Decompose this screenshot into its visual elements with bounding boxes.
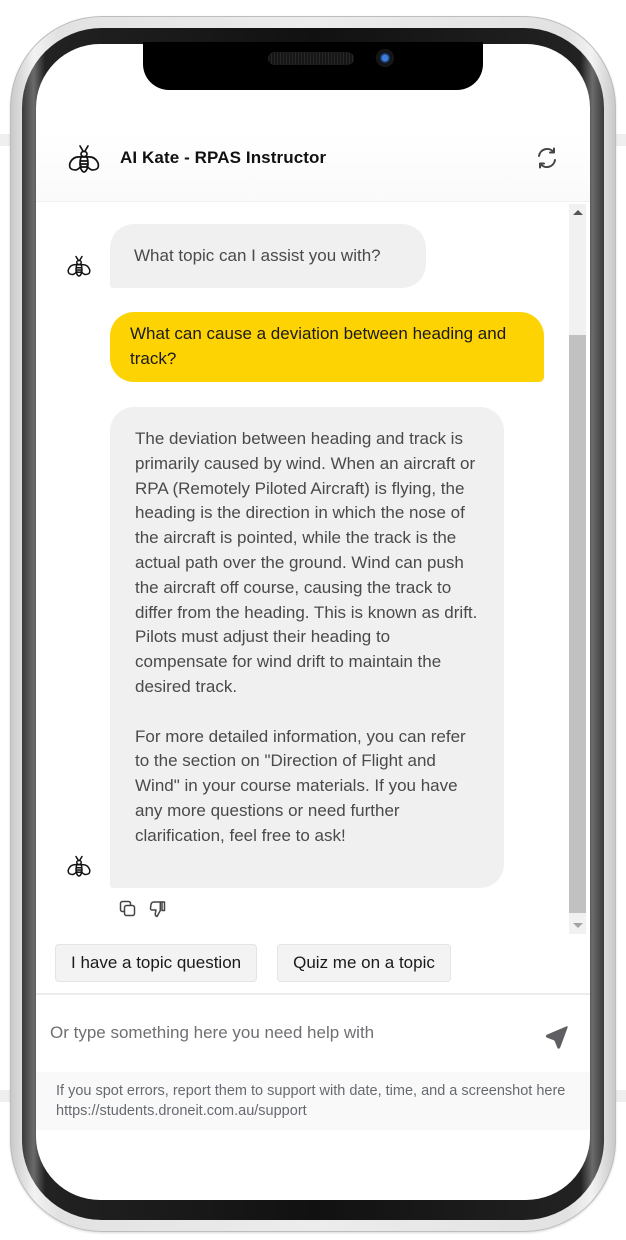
speaker-grille	[268, 52, 354, 65]
chat-history: What topic can I assist you with? What c…	[36, 204, 590, 934]
message-input[interactable]	[50, 1018, 520, 1048]
bee-icon	[67, 255, 91, 277]
quick-replies: I have a topic question Quiz me on a top…	[55, 944, 451, 982]
user-message: What can cause a deviation between headi…	[110, 312, 544, 382]
bee-icon	[67, 855, 91, 877]
message-actions	[118, 899, 168, 919]
phone-screen: AI Kate - RPAS Instructor What topic can…	[36, 44, 590, 1200]
message-paragraph: The deviation between heading and track …	[135, 429, 478, 696]
copy-icon[interactable]	[118, 899, 138, 919]
scroll-down-button[interactable]	[569, 917, 586, 934]
scroll-thumb[interactable]	[569, 335, 586, 913]
page-title: AI Kate - RPAS Instructor	[120, 148, 327, 167]
front-camera	[376, 49, 394, 67]
quick-reply-quiz[interactable]: Quiz me on a topic	[277, 944, 451, 982]
phone-notch	[143, 42, 483, 90]
thumbs-down-icon[interactable]	[148, 899, 168, 919]
divider	[36, 993, 590, 995]
quick-reply-topic-question[interactable]: I have a topic question	[55, 944, 258, 982]
assistant-message: What topic can I assist you with?	[110, 224, 426, 288]
send-icon[interactable]	[544, 1024, 570, 1050]
support-notice: If you spot errors, report them to suppo…	[36, 1072, 590, 1130]
message-paragraph: For more detailed information, you can r…	[135, 726, 466, 845]
assistant-message: The deviation between heading and track …	[110, 407, 504, 888]
chat-scrollbar[interactable]	[569, 204, 586, 934]
bee-icon	[68, 145, 100, 173]
refresh-icon[interactable]	[534, 145, 560, 171]
composer	[36, 996, 590, 1070]
chat-header: AI Kate - RPAS Instructor	[36, 132, 590, 202]
scroll-up-button[interactable]	[569, 204, 586, 221]
